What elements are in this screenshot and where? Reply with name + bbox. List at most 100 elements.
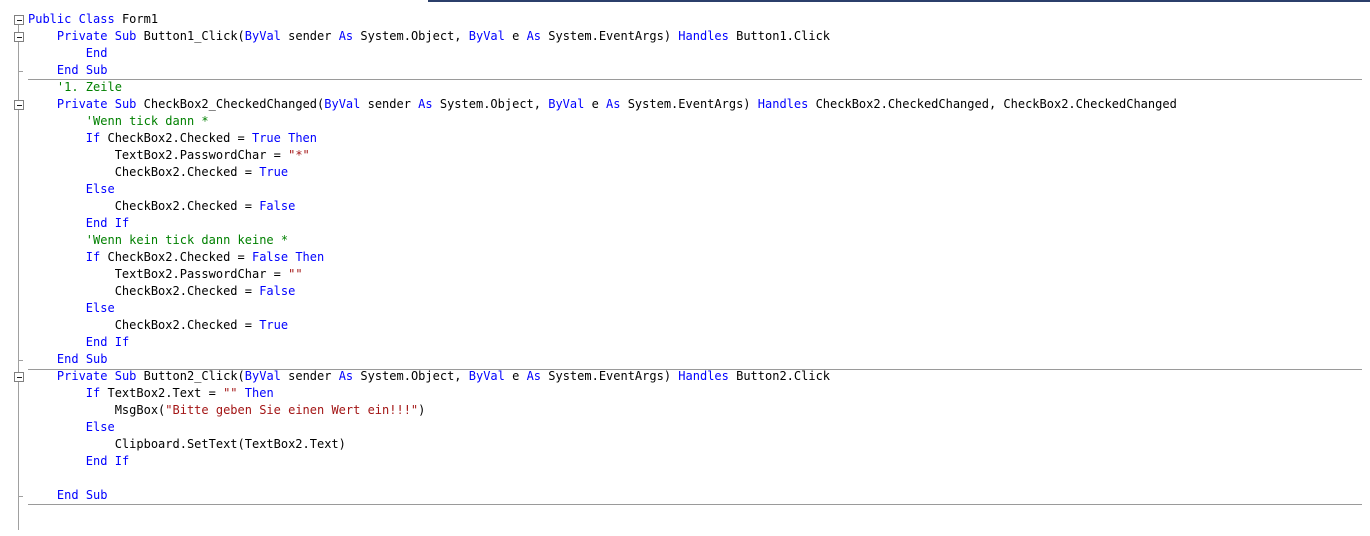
code-line[interactable]: 'Wenn kein tick dann keine *	[28, 232, 1368, 249]
code-text: sender	[360, 97, 419, 111]
code-text-area[interactable]: Public Class Form1 Private Sub Button1_C…	[28, 11, 1368, 504]
code-text: CheckBox2.Checked =	[100, 131, 252, 145]
code-text: TextBox2.PasswordChar =	[28, 267, 289, 281]
code-keyword: True	[251, 131, 281, 145]
code-line[interactable]: End	[28, 45, 1368, 62]
code-line[interactable]: 'Wenn tick dann *	[28, 113, 1368, 130]
code-keyword: As	[338, 369, 354, 383]
code-line[interactable]: If CheckBox2.Checked = True Then	[28, 130, 1368, 147]
code-line[interactable]: End If	[28, 215, 1368, 232]
code-text: CheckBox2.Checked =	[100, 250, 252, 264]
code-keyword: Else	[85, 420, 115, 434]
code-keyword: ByVal	[468, 29, 505, 43]
code-line[interactable]: Public Class Form1	[28, 11, 1368, 28]
code-line[interactable]: Private Sub Button1_Click(ByVal sender A…	[28, 28, 1368, 45]
code-line[interactable]: End If	[28, 453, 1368, 470]
collapse-button1-click-icon[interactable]	[14, 32, 24, 42]
code-line[interactable]: TextBox2.PasswordChar = ""	[28, 266, 1368, 283]
code-line[interactable]: Else	[28, 181, 1368, 198]
code-text: TextBox2.PasswordChar =	[28, 148, 289, 162]
code-keyword: True	[259, 165, 289, 179]
code-keyword: Sub	[85, 352, 108, 366]
code-keyword: As	[606, 97, 621, 111]
outline-end-tick	[18, 496, 23, 497]
code-line[interactable]: End Sub	[28, 487, 1368, 504]
code-text: System.EventArgs)	[541, 369, 679, 383]
code-line[interactable]: CheckBox2.Checked = True	[28, 164, 1368, 181]
code-line[interactable]: MsgBox("Bitte geben Sie einen Wert ein!!…	[28, 402, 1368, 419]
code-line[interactable]: '1. Zeile	[28, 79, 1368, 96]
code-keyword: If	[114, 216, 130, 230]
code-keyword: Private	[56, 29, 108, 43]
code-keyword: Handles	[678, 369, 729, 383]
code-text: CheckBox2_CheckedChanged(	[136, 97, 325, 111]
code-line[interactable]: Else	[28, 300, 1368, 317]
code-keyword: Sub	[114, 369, 137, 383]
code-keyword: If	[85, 250, 101, 264]
code-text: MsgBox(	[28, 403, 166, 417]
collapse-checkbox2-checkedchanged-icon[interactable]	[14, 100, 24, 110]
collapse-button2-click-icon[interactable]	[14, 372, 24, 382]
code-keyword: As	[338, 29, 354, 43]
code-keyword: End	[85, 46, 108, 60]
code-line[interactable]: End Sub	[28, 62, 1368, 79]
code-text: Button1.Click	[728, 29, 831, 43]
code-line[interactable]: CheckBox2.Checked = False	[28, 198, 1368, 215]
code-text: System.Object,	[353, 369, 469, 383]
code-keyword: If	[114, 335, 130, 349]
code-keyword: Sub	[114, 97, 137, 111]
code-text: sender	[280, 369, 339, 383]
code-keyword: Else	[85, 301, 115, 315]
code-string: "*"	[288, 148, 310, 162]
code-text: )	[418, 403, 426, 417]
code-keyword: ByVal	[548, 97, 585, 111]
code-line[interactable]: CheckBox2.Checked = True	[28, 317, 1368, 334]
code-string: "Bitte geben Sie einen Wert ein!!!"	[165, 403, 419, 417]
code-line[interactable]	[28, 470, 1368, 487]
code-text: TextBox2.Text =	[100, 386, 224, 400]
code-line[interactable]: End If	[28, 334, 1368, 351]
code-line[interactable]: If TextBox2.Text = "" Then	[28, 385, 1368, 402]
code-string: ""	[288, 267, 303, 281]
code-text: Button1_Click(	[136, 29, 245, 43]
code-line[interactable]: Clipboard.SetText(TextBox2.Text)	[28, 436, 1368, 453]
code-line[interactable]: Else	[28, 419, 1368, 436]
code-keyword: If	[85, 131, 101, 145]
code-comment: '1. Zeile	[56, 80, 122, 94]
code-keyword: True	[259, 318, 289, 332]
code-text: CheckBox2.Checked =	[28, 318, 260, 332]
code-keyword: Public	[28, 12, 72, 26]
code-line[interactable]: Private Sub Button2_Click(ByVal sender A…	[28, 368, 1368, 385]
code-keyword: False	[259, 199, 296, 213]
code-line[interactable]: TextBox2.PasswordChar = "*"	[28, 147, 1368, 164]
code-keyword: ByVal	[468, 369, 505, 383]
code-text: System.EventArgs)	[541, 29, 679, 43]
code-text: System.Object,	[432, 97, 549, 111]
code-line[interactable]: Private Sub CheckBox2_CheckedChanged(ByV…	[28, 96, 1368, 113]
procedure-separator	[28, 504, 1362, 505]
code-line[interactable]: End Sub	[28, 351, 1368, 368]
code-text: CheckBox2.Checked =	[28, 165, 260, 179]
collapse-class-form1-icon[interactable]	[14, 15, 24, 25]
code-line[interactable]: CheckBox2.Checked = False	[28, 283, 1368, 300]
code-editor[interactable]: Public Class Form1 Private Sub Button1_C…	[0, 0, 1370, 536]
code-keyword: Handles	[678, 29, 729, 43]
code-keyword: As	[526, 29, 542, 43]
outline-margin	[0, 0, 28, 536]
code-text: System.EventArgs)	[620, 97, 758, 111]
code-line[interactable]: If CheckBox2.Checked = False Then	[28, 249, 1368, 266]
